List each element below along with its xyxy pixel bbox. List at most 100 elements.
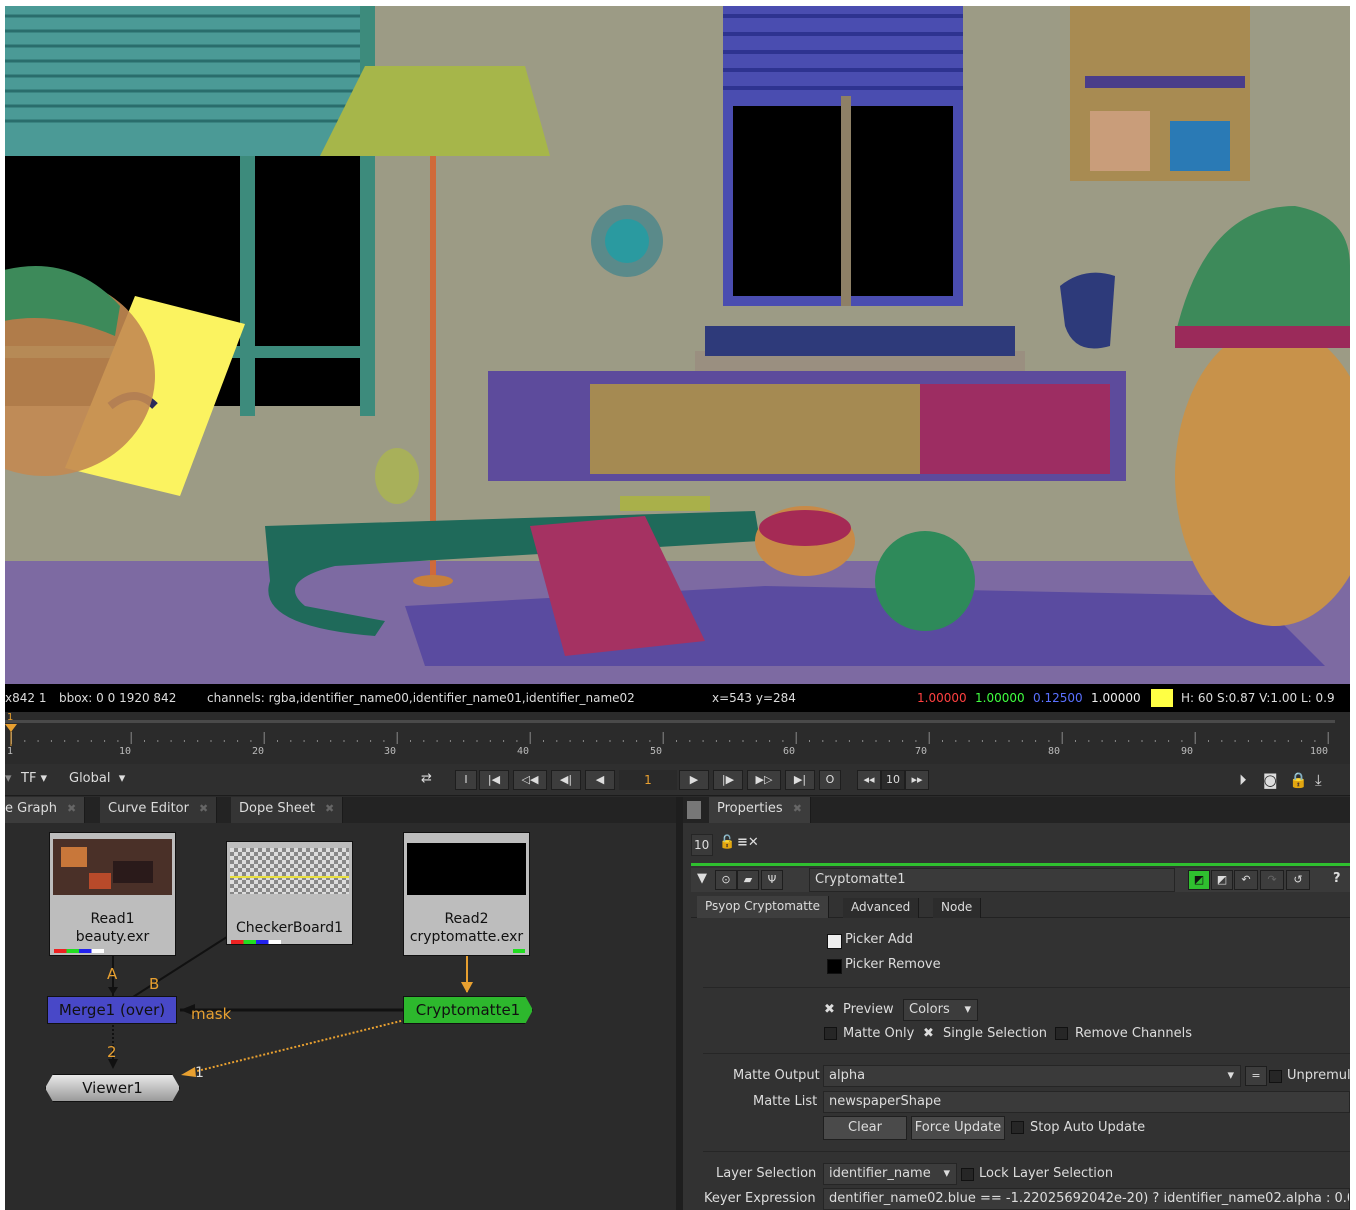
node-tile-color-button[interactable]: ◩ [1188,870,1210,890]
play-backward-button[interactable]: ◀ [585,770,615,790]
timeline[interactable]: 1 1 10 20 30 40 50 60 70 80 90 100 [5,712,1350,764]
matte-only-checkbox[interactable] [824,1027,837,1040]
viewer-node[interactable]: Viewer1 [45,1074,180,1102]
close-icon[interactable]: ✖ [793,802,802,815]
timeline-tick [476,740,478,742]
picker-add-swatch[interactable] [827,934,842,949]
preview-mode-dropdown[interactable]: Colors ▾ [903,999,978,1021]
unpremult-label: Unpremult [1287,1068,1350,1083]
lock-icon[interactable]: 🔓 [719,835,735,850]
timeline-tick [303,740,305,742]
keyer-expression-field[interactable]: dentifier_name02.blue == -1.22025692042e… [823,1188,1350,1210]
next-keyframe-button[interactable]: ▶▷ [747,770,781,790]
tick-80: 80 [1048,746,1061,757]
clear-panels-icon[interactable]: ≡✕ [737,835,759,850]
timeline-tick [649,740,651,742]
menu-arrow-icon[interactable]: ▾ [5,771,12,786]
play-icon[interactable]: ⏵ [1239,771,1247,789]
tab-advanced[interactable]: Advanced [843,898,920,918]
read1-file: beauty.exr [75,929,150,945]
tf-label: TF [21,771,37,786]
read2-node[interactable]: Read2 cryptomatte.exr [403,832,530,956]
timeline-tick [529,732,531,744]
clear-button[interactable]: Clear [823,1116,907,1140]
timeline-tick [1008,740,1010,742]
timeline-tick [1101,740,1103,742]
viewer-canvas[interactable] [5,6,1350,684]
timeline-tick [503,740,505,742]
skip-forward-button[interactable]: ▸▸ [905,770,929,790]
timeline-tick [290,740,292,742]
unpremult-checkbox[interactable] [1269,1070,1282,1083]
matte-output-dropdown[interactable]: alpha ▾ [823,1065,1241,1087]
layer-selection-dropdown[interactable]: identifier_name ▾ [823,1163,957,1185]
last-frame-button[interactable]: ▶| [785,770,815,790]
tab-properties[interactable]: Properties ✖ [709,797,811,823]
gl-color-button[interactable]: ◩ [1211,870,1233,890]
playback-mode-icon[interactable]: ⇄ [421,771,432,786]
help-icon[interactable]: ? [1333,871,1341,886]
timeline-tick [183,740,185,742]
timeline-tick [370,740,372,742]
revert-icon[interactable]: ↺ [1286,870,1310,890]
remove-channels-checkbox[interactable] [1055,1027,1068,1040]
export-icon[interactable]: ⤓ [1315,771,1322,789]
matte-list-field[interactable]: newspaperShape [823,1091,1350,1113]
link-equals-button[interactable]: = [1245,1066,1267,1086]
force-update-button[interactable]: Force Update [911,1116,1005,1140]
lock-icon[interactable]: 🔒 [1289,771,1308,789]
lock-layer-selection-checkbox[interactable] [961,1168,974,1181]
timeline-tick [223,740,225,742]
center-node-icon[interactable]: ⊙ [715,870,737,890]
timeline-tick [1088,740,1090,742]
timeline-tick [862,740,864,742]
read2-thumbnail [407,843,526,895]
current-frame-field[interactable]: 1 [619,770,677,790]
record-icon[interactable]: ◙ [1263,771,1278,789]
timeline-tick [197,740,199,742]
cryptomatte-node[interactable]: Cryptomatte1 [403,996,533,1024]
timeline-tick [237,740,239,742]
global-dropdown[interactable]: Global ▾ [69,771,125,786]
panel-menu-icon[interactable] [687,801,701,819]
timeline-ruler[interactable] [5,712,1350,764]
chevron-down-icon: ▾ [943,1166,950,1181]
read1-node[interactable]: Read1 beauty.exr [49,832,176,956]
picker-remove-swatch[interactable] [827,959,842,974]
redo-icon[interactable]: ↷ [1260,870,1284,890]
panel-divider[interactable] [676,797,683,1210]
prev-keyframe-button[interactable]: ◁◀ [513,770,547,790]
tick-30: 30 [384,746,397,757]
tick-50: 50 [650,746,663,757]
max-panels-field[interactable]: 10 [691,834,713,856]
timeline-tick [1154,740,1156,742]
checkerboard-name: CheckerBoard1 [236,920,343,936]
undo-icon[interactable]: ↶ [1234,870,1258,890]
timeline-tick [423,740,425,742]
skip-back-button[interactable]: ◂◂ [857,770,881,790]
green-value: 1.00000 [975,691,1025,705]
collapse-arrow-icon[interactable]: ▼ [697,871,707,886]
merge-node[interactable]: Merge1 (over) [47,996,177,1024]
out-point-button[interactable]: O [819,770,841,790]
step-forward-button[interactable]: |▶ [713,770,743,790]
node-name-field[interactable]: Cryptomatte1 [809,868,1175,892]
step-back-button[interactable]: ◀| [551,770,581,790]
checkerboard-node[interactable]: CheckerBoard1 [226,841,353,945]
increment-field[interactable]: 10 [881,770,905,790]
tab-node[interactable]: Node [933,898,982,918]
global-label: Global [69,771,111,786]
tf-dropdown[interactable]: TF ▾ [21,771,47,786]
play-forward-button[interactable]: ▶ [679,770,709,790]
nuke-window: x842 1 bbox: 0 0 1920 842 channels: rgba… [5,6,1350,1210]
single-selection-checkbox[interactable]: ✖ [923,1026,934,1041]
node-graph-panel[interactable]: e Graph✖ Curve Editor✖ Dope Sheet✖ Re [5,797,676,1210]
in-point-button[interactable]: I [455,770,477,790]
stop-auto-update-checkbox[interactable] [1011,1121,1024,1134]
input-tool-icon[interactable]: Ψ [761,870,783,890]
node-color-icon[interactable]: ▰ [737,870,759,890]
preview-checkbox[interactable]: ✖ [824,1002,835,1017]
timeline-tick [37,740,39,742]
first-frame-button[interactable]: |◀ [479,770,509,790]
tab-psyop-cryptomatte[interactable]: Psyop Cryptomatte [697,896,830,918]
